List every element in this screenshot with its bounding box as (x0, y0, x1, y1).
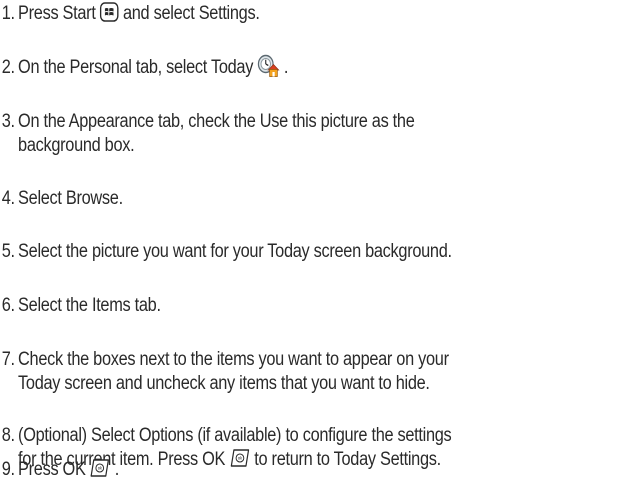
today-settings-icon (257, 54, 280, 78)
step-text-line-1: Check the boxes next to the items you wa… (18, 349, 449, 370)
step-number: 9. (1, 459, 15, 480)
step-number: 2. (1, 57, 15, 78)
windows-start-icon (99, 2, 119, 22)
step-text-after-icon: . (114, 459, 120, 480)
step-number: 7. (1, 349, 15, 370)
step-number: 6. (1, 295, 15, 316)
step-number: 3. (1, 111, 15, 132)
step-text-before-icon: Press Start (18, 3, 96, 24)
step-text: On the Personal tab, select Today . (18, 54, 289, 80)
step-text-line-1: (Optional) Select Options (if available)… (18, 425, 452, 446)
step-text-before-icon: On the Personal tab, select Today (18, 57, 254, 79)
step-number: 4. (1, 188, 15, 209)
step-text: Select Browse. (18, 188, 123, 209)
step-number: 1. (1, 3, 15, 24)
step-text-after-icon: . (283, 57, 289, 79)
step-text: Check the boxes next to the items you wa… (18, 348, 449, 396)
step-text-line-1: On the Appearance tab, check the Use thi… (18, 111, 415, 132)
step-text: Press Start and select Settings. (18, 2, 260, 26)
step-text-line-2: Today screen and uncheck any items that … (18, 373, 430, 394)
step-number: 5. (1, 241, 15, 262)
step-text-line-2: background box. (18, 135, 135, 156)
step-text: On the Appearance tab, check the Use thi… (18, 110, 415, 158)
step-text-after-icon: to return to Today Settings. (254, 449, 441, 470)
step-number: 8. (1, 425, 15, 446)
step-text: Select the Items tab. (18, 295, 161, 316)
step-text: Press OK ok . (18, 458, 119, 482)
ok-key-icon: ok (90, 458, 111, 478)
step-text-after-icon: and select Settings. (122, 3, 260, 24)
step-text: Select the picture you want for your Tod… (18, 241, 452, 262)
ok-key-icon: ok (229, 448, 250, 468)
step-text-before-icon: Press OK (18, 459, 86, 480)
